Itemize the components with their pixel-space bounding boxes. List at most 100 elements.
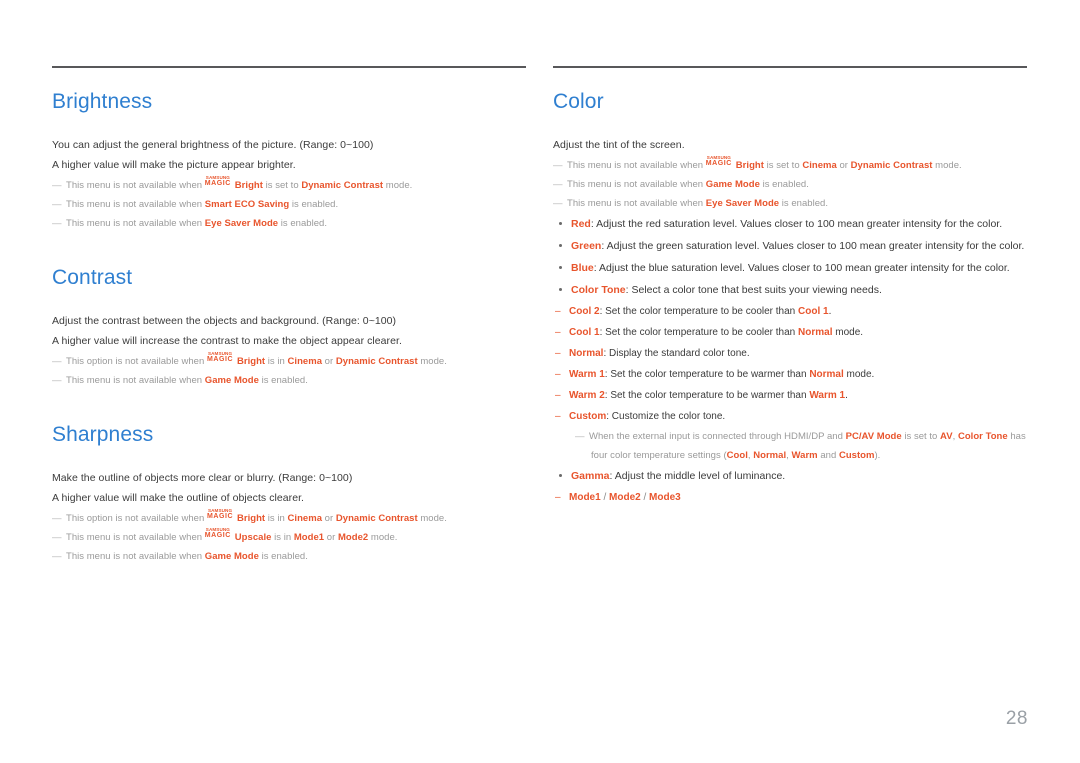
note-text: mode. [932,160,962,171]
sub-dash: – [555,390,561,401]
sub-desc: : Set the color temperature to be cooler… [599,327,799,338]
note-dash: — [553,179,563,190]
bullet-dot [559,244,562,247]
content-block: Sharpness Make the outline of objects mor… [52,424,526,566]
note-text: is set to [763,160,803,171]
sub-list-item: – Mode1 / Mode2 / Mode3 [553,487,1027,508]
column-top-rule [553,66,1027,68]
note-line: — This option is not available when SAMSU… [52,351,526,371]
note-highlight: Smart ECO Saving [204,199,290,210]
note-line: — This menu is not available when Game Mo… [52,547,526,566]
note-text: is enabled. [759,179,809,190]
sub-list-item: – Normal: Display the standard color tone… [553,343,1027,364]
option-term: Red [571,218,591,230]
note-text: This menu is not available when [66,218,205,229]
sub-ref: Normal [798,327,833,338]
magic-feature-name: Bright [234,180,263,191]
note-text: This option is not available when [66,513,207,524]
sub-desc: : Display the standard color tone. [603,348,750,359]
sub-desc: : Set the color temperature to be warmer… [604,369,810,380]
list-item: Red: Adjust the red saturation level. Va… [553,213,1027,235]
note-text: This menu is not available when [66,199,205,210]
note-highlight: Mode1 [293,532,325,543]
external-input-note-line2: four color temperature settings (Cool, N… [589,446,1027,465]
samsung-magic-logo: SAMSUNG MAGIC [204,527,235,541]
note-highlight: Eye Saver Mode [705,198,780,209]
sub-term: Custom [569,411,607,422]
note-line: — This menu is not available when SAMSUNG… [52,175,526,195]
note-text: or [322,513,336,524]
magic-wordmark: MAGIC [204,532,231,539]
external-input-note: — When the external input is connected th… [575,427,1027,465]
option-desc: : Adjust the green saturation level. Val… [601,240,1025,252]
samsung-magic-logo: SAMSUNG MAGIC [207,508,237,522]
note-text: is enabled. [289,199,339,210]
note-text: This menu is not available when [66,532,205,543]
gamma-separator: / [640,492,650,503]
page-number: 28 [1005,708,1028,729]
right-column: Color Adjust the tint of the screen. — This… [553,66,1027,566]
sub-desc: : Set the color temperature to be cooler… [599,306,799,317]
sub-desc: : Set the color temperature to be warmer… [604,390,810,401]
option-desc: : Adjust the red saturation level. Value… [590,218,1003,230]
body-paragraph: Adjust the contrast between the objects … [52,315,397,327]
note-line: — This menu is not available when Eye Sav… [52,214,526,233]
note-text: is enabled. [278,218,328,229]
samsung-magic-logo: SAMSUNG MAGIC [204,175,235,189]
gamma-separator: / [600,492,610,503]
sub-desc: mode. [832,327,864,338]
magic-wordmark: MAGIC [204,180,231,187]
note-highlight: Cinema [287,356,323,367]
note-text: This menu is not available when [66,551,205,562]
magic-feature-name: Bright [735,160,764,171]
bullet-dot [559,222,562,225]
note-text: When the external input is connected thr… [589,431,846,442]
sub-term: Cool 1 [569,327,600,338]
magic-feature-name: Bright [236,513,266,524]
note-text: This menu is not available when [66,180,205,191]
note-dash: — [575,431,585,442]
note-dash: — [553,160,563,171]
list-item: Gamma: Adjust the middle level of lumina… [553,465,1027,487]
list-item: Color Tone: Select a color tone that bes… [553,279,1027,301]
gamma-mode: Mode3 [649,492,681,503]
note-text: or [836,160,851,171]
sub-dash: – [555,369,561,380]
note-highlight: Game Mode [204,551,259,562]
note-text: ). [874,450,881,461]
note-line: — This menu is not available when SAMSUNG… [52,527,526,547]
note-highlight: Eye Saver Mode [204,218,279,229]
samsung-magic-logo: SAMSUNG MAGIC [206,351,237,365]
content-block: Color Adjust the tint of the screen. — This… [553,91,1027,508]
note-dash: — [52,356,62,367]
magic-feature-name: Bright [236,356,266,367]
sub-list-item: – Cool 2: Set the color temperature to be… [553,301,1027,322]
note-text: This menu is not available when [66,375,205,386]
note-highlight: PC/AV Mode [845,431,902,442]
sub-term: Normal [569,348,604,359]
manual-page: Brightness You can adjust the general bri… [0,0,1080,763]
option-desc: : Select a color tone that best suits yo… [625,284,882,296]
note-dash: — [52,199,62,210]
note-text: mode. [368,532,398,543]
section-heading: Color [553,90,604,113]
note-text: has [1007,431,1026,442]
note-line: — This menu is not available when Smart E… [52,195,526,214]
note-text: is enabled. [258,375,308,386]
note-text: four color temperature settings ( [591,450,727,461]
section-heading: Contrast [52,266,133,289]
note-text: is in [265,356,288,367]
note-text: is in [271,532,294,543]
body-paragraph: A higher value will make the outline of … [52,492,305,504]
sub-ref: Cool 1 [798,306,829,317]
note-text: mode. [417,513,447,524]
sub-list-item: – Warm 1: Set the color temperature to be… [553,364,1027,385]
note-dash: — [52,551,62,562]
column-top-rule [52,66,526,68]
note-highlight: Cool [726,450,748,461]
note-highlight: Dynamic Contrast [335,356,418,367]
note-highlight: Dynamic Contrast [850,160,933,171]
note-highlight: Cinema [287,513,323,524]
magic-wordmark: MAGIC [206,356,234,363]
sub-list-item: – Custom: Customize the color tone. [553,406,1027,427]
